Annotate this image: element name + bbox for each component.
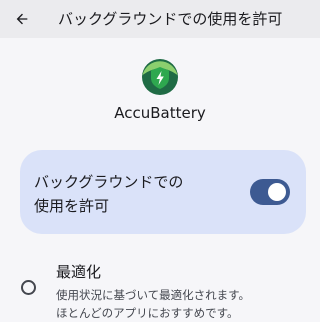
- toggle-label-line2: 使用を許可: [34, 197, 110, 215]
- option-description: 使用状況に基づいて最適化されます。 ほとんどのアプリにおすすめです。: [56, 286, 316, 322]
- page-title: バックグラウンドでの使用を許可: [58, 10, 283, 28]
- back-button[interactable]: [8, 5, 36, 33]
- app-name: AccuBattery: [114, 104, 206, 122]
- allow-background-usage-switch[interactable]: [250, 179, 290, 205]
- optimized-radio-button[interactable]: [21, 280, 36, 295]
- option-optimized[interactable]: 最適化 使用状況に基づいて最適化されます。 ほとんどのアプリにおすすめです。: [0, 252, 320, 320]
- battery-shield-icon: [142, 59, 178, 95]
- switch-thumb: [268, 183, 286, 201]
- allow-background-usage-label: バックグラウンドでの 使用を許可: [34, 170, 224, 218]
- arrow-back-icon: [16, 13, 28, 25]
- option-desc-line2: ほとんどのアプリにおすすめです。: [56, 306, 239, 320]
- toggle-label-line1: バックグラウンドでの: [34, 173, 184, 191]
- option-desc-line1: 使用状況に基づいて最適化されます。: [56, 288, 251, 302]
- option-title: 最適化: [56, 263, 102, 281]
- app-icon: [141, 58, 179, 96]
- top-app-bar: バックグラウンドでの使用を許可: [0, 0, 320, 38]
- allow-background-usage-card[interactable]: バックグラウンドでの 使用を許可: [20, 150, 306, 234]
